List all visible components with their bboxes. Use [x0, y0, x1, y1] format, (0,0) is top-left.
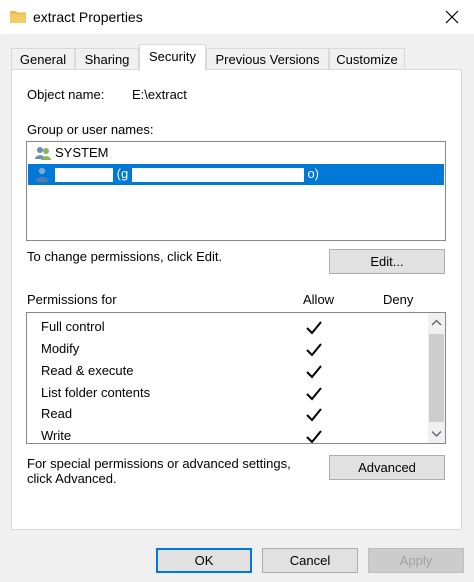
allow-check-icon [306, 365, 322, 379]
permission-row: Read [27, 404, 427, 425]
permissions-for-label: Permissions for [27, 292, 117, 307]
list-item-user[interactable]: (g o) [28, 164, 444, 185]
object-name-label: Object name: [27, 87, 105, 102]
window-title: extract Properties [33, 9, 143, 25]
allow-check-icon [306, 408, 322, 422]
permission-row: List folder contents [27, 383, 427, 404]
apply-button[interactable]: Apply [368, 548, 464, 573]
allow-check-icon [306, 387, 322, 401]
permission-name: Read [41, 406, 73, 421]
deny-column-header: Deny [383, 292, 414, 307]
redacted-block [131, 167, 304, 182]
scrollbar-thumb[interactable] [429, 334, 444, 422]
permissions-scrollbar[interactable] [428, 313, 445, 443]
change-permissions-hint: To change permissions, click Edit. [27, 249, 223, 264]
scroll-down-icon[interactable] [428, 425, 445, 442]
list-item-label: SYSTEM [55, 145, 109, 160]
allow-check-icon [306, 343, 322, 357]
folder-icon [10, 9, 26, 23]
permission-name: Write [41, 428, 72, 443]
permission-row: Modify [27, 339, 427, 360]
ok-button[interactable]: OK [156, 548, 252, 573]
permission-name: List folder contents [41, 385, 151, 400]
tab-previous-versions[interactable]: Previous Versions [206, 48, 329, 70]
group-users-icon [34, 145, 51, 161]
allow-check-icon [306, 430, 322, 443]
group-names-label: Group or user names: [27, 122, 154, 137]
permission-row: Read & execute [27, 361, 427, 382]
user-name-suffix: o) [307, 166, 319, 181]
cancel-button[interactable]: Cancel [262, 548, 358, 573]
close-icon[interactable] [440, 5, 464, 29]
advanced-hint-line1: For special permissions or advanced sett… [27, 456, 291, 471]
tab-strip: General Sharing Security Previous Versio… [0, 44, 474, 71]
scroll-up-icon[interactable] [428, 314, 445, 331]
permission-name: Modify [41, 341, 80, 356]
permission-row: Full control [27, 317, 427, 338]
permission-name: Full control [41, 319, 105, 334]
user-name-prefix: (g [116, 166, 129, 181]
advanced-button[interactable]: Advanced [329, 455, 445, 480]
edit-button[interactable]: Edit... [329, 249, 445, 274]
list-item-system[interactable]: SYSTEM [28, 143, 444, 164]
tab-security[interactable]: Security [139, 44, 206, 71]
allow-column-header: Allow [303, 292, 335, 307]
tab-customize[interactable]: Customize [329, 48, 405, 70]
close-button[interactable] [440, 5, 464, 29]
advanced-hint-line2: click Advanced. [27, 471, 117, 486]
object-name-value: E:\extract [132, 87, 187, 102]
permissions-list[interactable]: Full control Modify Read & execute List … [26, 312, 446, 444]
title-bar: extract Properties [0, 0, 474, 34]
permission-row: Write [27, 426, 427, 443]
tab-sharing[interactable]: Sharing [75, 48, 139, 70]
permission-name: Read & execute [41, 363, 134, 378]
tab-general[interactable]: General [11, 48, 75, 70]
allow-check-icon [306, 321, 322, 335]
user-icon [34, 166, 50, 182]
redacted-block [55, 167, 113, 182]
group-user-list[interactable]: SYSTEM (g o) [26, 141, 446, 241]
